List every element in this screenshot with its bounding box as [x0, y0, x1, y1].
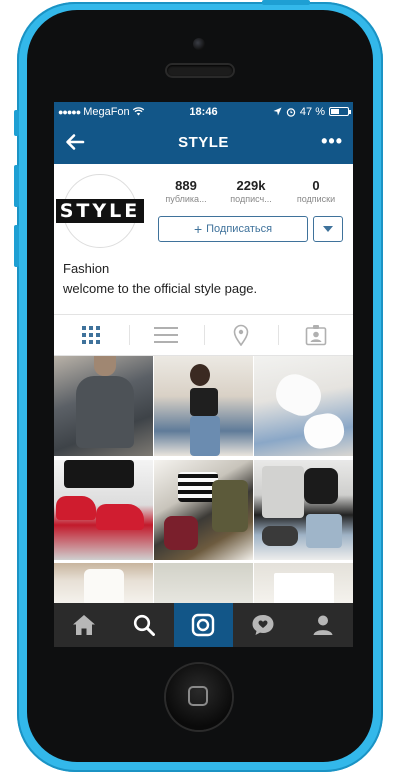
suggested-dropdown-button[interactable] — [313, 216, 343, 242]
home-button[interactable] — [166, 664, 232, 730]
bottom-tab-bar — [54, 603, 353, 647]
profile-icon — [313, 615, 333, 635]
profile-name: Fashion — [63, 261, 110, 276]
tagged-icon — [305, 325, 326, 346]
photo-flatlay-outfit[interactable] — [154, 459, 253, 560]
photo-detail — [212, 479, 248, 532]
photo-detail — [76, 376, 134, 448]
photo-girl-jeans[interactable] — [154, 356, 253, 456]
mute-switch — [14, 110, 19, 136]
photo-detail — [96, 503, 144, 530]
volume-up-button — [14, 165, 19, 207]
profile-header: STYLE 889 публика... 229k подписч... 0 п… — [54, 164, 353, 315]
photo-detail — [164, 515, 198, 550]
photo-detail — [84, 569, 124, 608]
tab-list[interactable] — [128, 315, 204, 355]
search-icon — [133, 614, 155, 636]
photo-detail — [64, 459, 134, 488]
caret-down-icon — [323, 226, 333, 232]
back-arrow-icon[interactable] — [64, 131, 86, 153]
photo-detail — [190, 364, 210, 386]
tab-home[interactable] — [54, 603, 114, 647]
photo-detail — [301, 410, 347, 452]
photo-detail — [304, 467, 338, 504]
battery-level — [331, 109, 339, 114]
photo-partial-1[interactable] — [54, 563, 153, 608]
stat-value: 889 — [175, 178, 197, 193]
status-bar: ●●●●● MegaFon 18:46 47 % — [54, 102, 353, 121]
photo-partial-3[interactable] — [254, 563, 353, 608]
photo-white-sneakers[interactable] — [254, 356, 353, 456]
status-right: 47 % — [273, 105, 351, 118]
photo-detail — [190, 416, 220, 456]
location-arrow-icon — [273, 107, 282, 116]
activity-icon — [252, 615, 274, 635]
home-button-square-icon — [188, 686, 208, 706]
photo-detail — [306, 513, 342, 548]
photo-partial-2[interactable] — [154, 563, 253, 608]
tab-profile[interactable] — [293, 603, 353, 647]
view-mode-tabs — [54, 315, 353, 356]
follow-button-label: Подписаться — [206, 223, 273, 235]
home-icon — [72, 615, 95, 635]
grid-icon — [82, 326, 101, 344]
photo-grid — [54, 356, 353, 610]
stat-label: подписки — [296, 194, 336, 204]
follow-button[interactable]: + Подписаться — [158, 216, 308, 242]
battery-icon — [329, 107, 351, 116]
profile-stats: 889 публика... 229k подписч... 0 подписк… — [158, 178, 344, 204]
page-title: STYLE — [178, 134, 229, 151]
photo-detail — [262, 465, 304, 518]
tab-grid[interactable] — [54, 315, 129, 355]
nav-bar: STYLE ••• — [54, 121, 353, 164]
tab-activity[interactable] — [233, 603, 293, 647]
stat-value: 229k — [236, 178, 266, 193]
tab-tagged[interactable] — [278, 315, 353, 355]
earpiece-speaker — [167, 65, 233, 76]
volume-down-button — [14, 225, 19, 267]
photo-mind-matters-outfit[interactable] — [254, 459, 353, 560]
front-camera — [193, 38, 205, 50]
camera-icon — [192, 613, 215, 637]
more-options-icon[interactable]: ••• — [321, 131, 343, 152]
power-button — [262, 0, 310, 5]
avatar[interactable]: STYLE — [55, 174, 145, 248]
photo-red-sneakers[interactable] — [54, 459, 153, 560]
tab-camera[interactable] — [173, 603, 234, 647]
app-screen: ●●●●● MegaFon 18:46 47 % STYLE ••• STYLE… — [54, 102, 353, 647]
stat-followers[interactable]: 229k подписч... — [223, 178, 279, 204]
tab-map[interactable] — [203, 315, 279, 355]
tab-search[interactable] — [114, 603, 174, 647]
alarm-clock-icon — [286, 107, 296, 117]
stat-value: 0 — [312, 178, 320, 193]
photo-detail — [94, 356, 116, 376]
battery-percent: 47 % — [299, 105, 325, 118]
photo-detail — [262, 525, 298, 546]
stat-following[interactable]: 0 подписки — [288, 178, 344, 204]
stat-posts[interactable]: 889 публика... — [158, 178, 214, 204]
photo-detail — [56, 495, 96, 520]
list-icon — [154, 327, 179, 343]
photo-detail — [190, 388, 218, 416]
stat-label: публика... — [165, 194, 207, 204]
map-pin-icon — [233, 324, 249, 346]
stat-label: подписч... — [230, 194, 272, 204]
style-logo: STYLE — [55, 199, 145, 223]
photo-grey-sweater[interactable] — [54, 356, 153, 456]
plus-icon: + — [193, 221, 203, 237]
profile-bio: welcome to the official style page. — [63, 281, 258, 296]
